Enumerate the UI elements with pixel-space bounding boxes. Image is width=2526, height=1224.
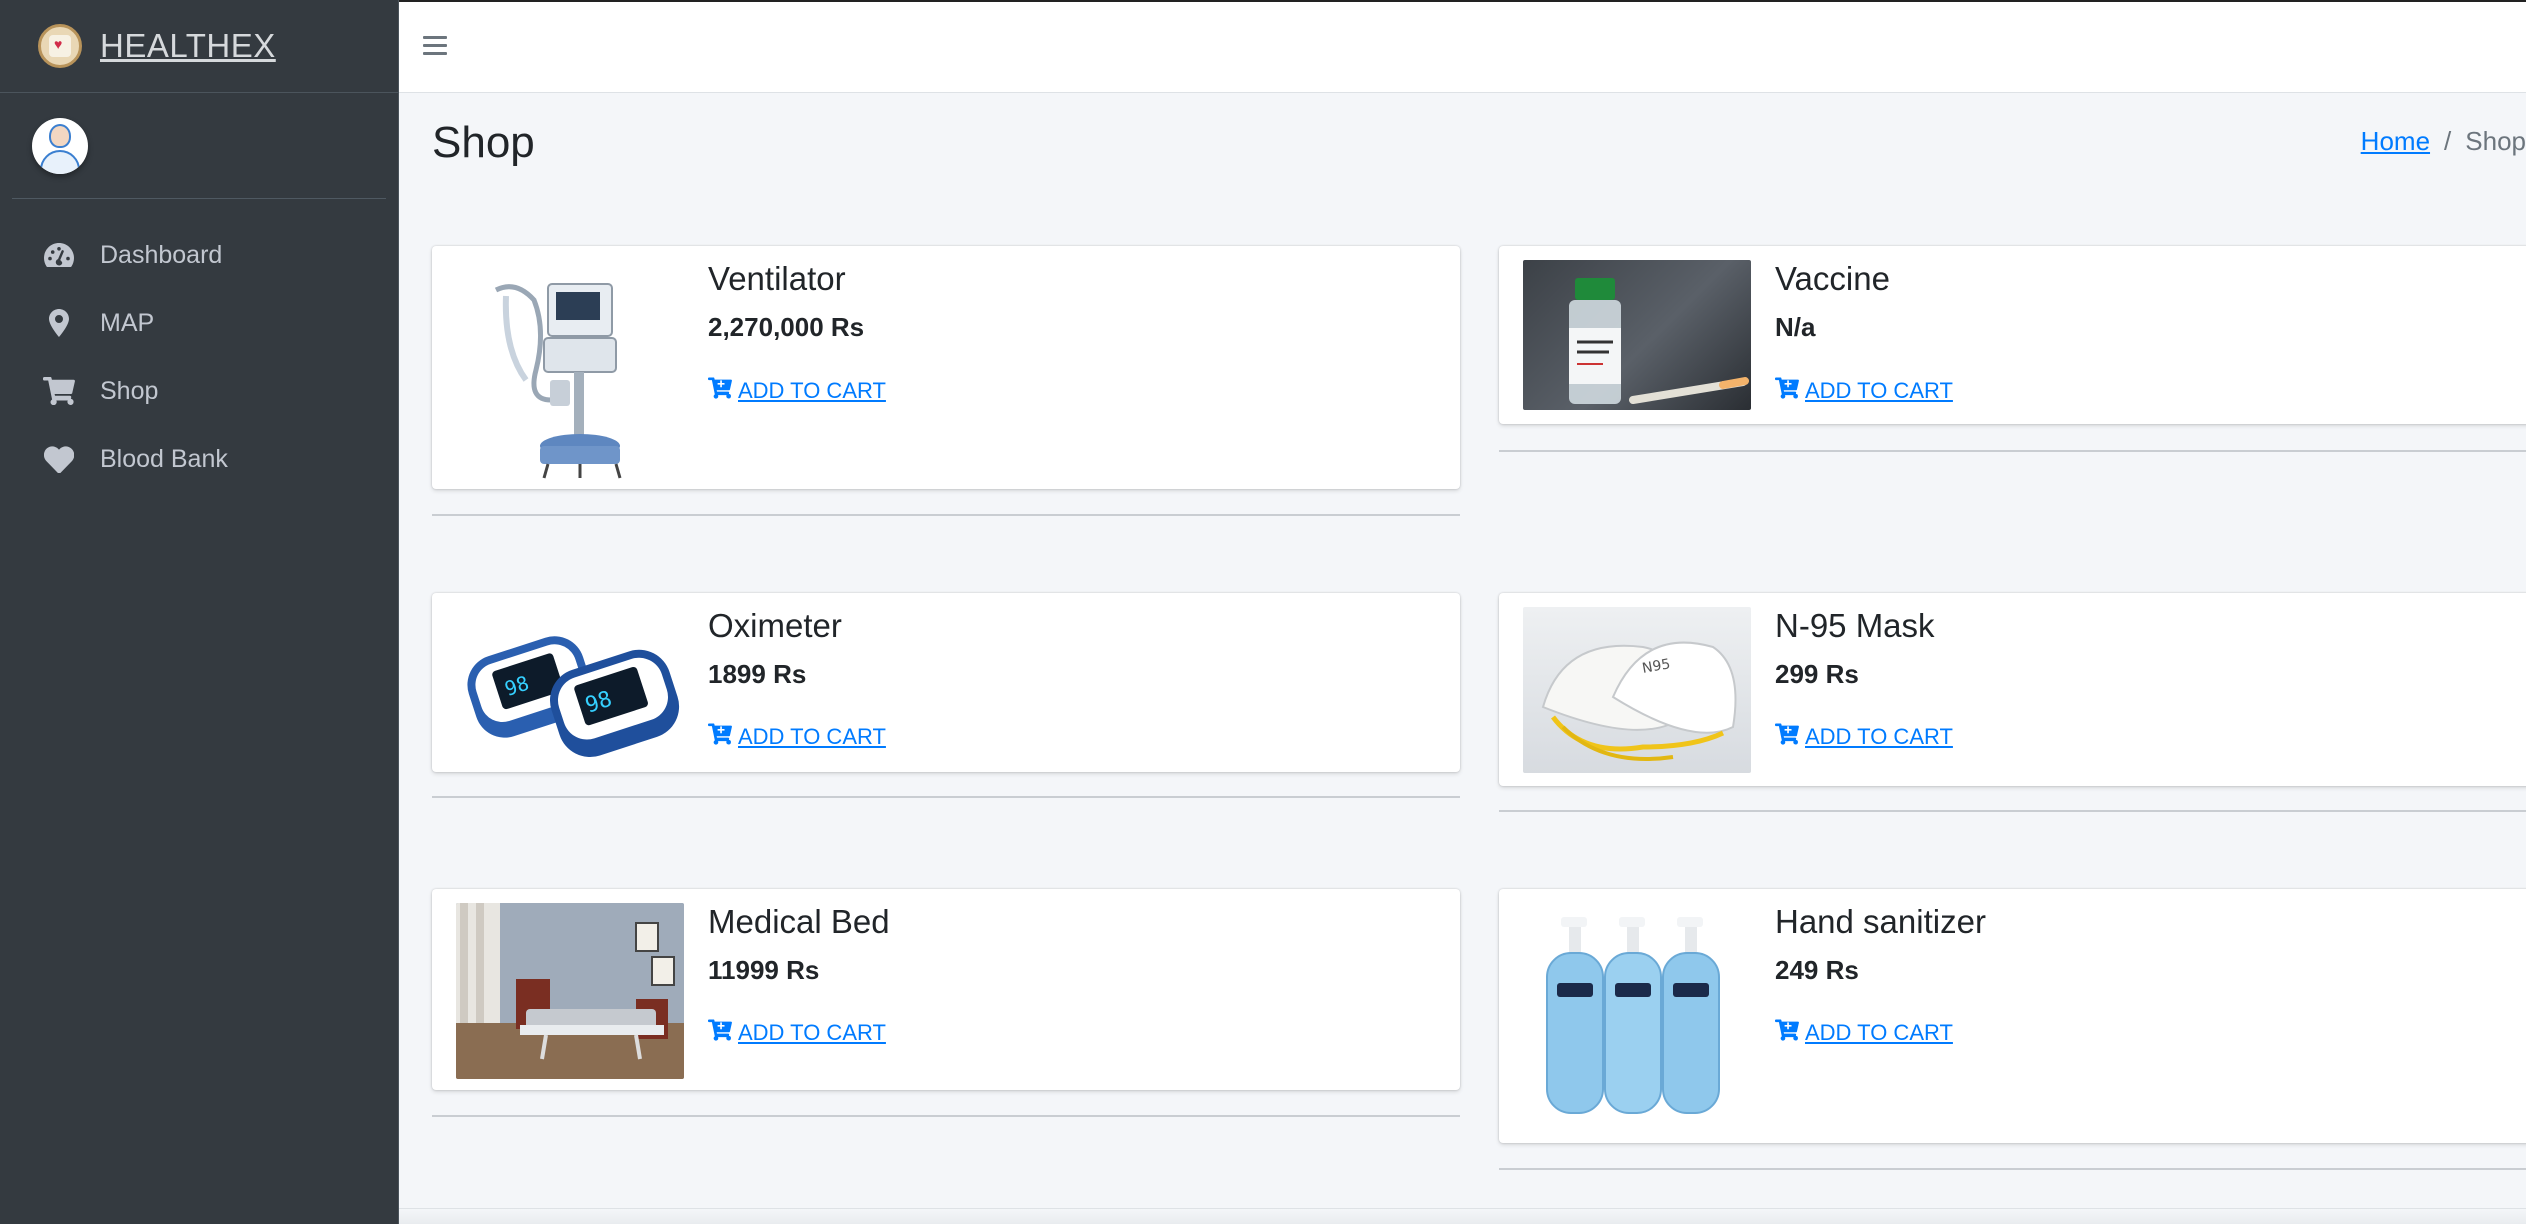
- sidebar-nav: Dashboard MAP Shop Blood Bank: [0, 199, 398, 493]
- product-card-hand-sanitizer: Hand sanitizer 249 Rs ADD TO CART: [1499, 889, 2526, 1143]
- product-divider: [1499, 1168, 2526, 1170]
- product-price: 249 Rs: [1775, 955, 1859, 985]
- map-marker-icon: [42, 306, 76, 340]
- breadcrumb-separator: /: [2444, 126, 2452, 156]
- product-price: 2,270,000 Rs: [708, 312, 865, 342]
- product-card-oximeter: 98 98 Oximeter 1899 Rs ADD TO CART: [432, 593, 1460, 772]
- sidebar-item-map[interactable]: MAP: [0, 289, 398, 357]
- product-name: Ventilator: [708, 260, 846, 297]
- sidebar-item-label: Dashboard: [100, 240, 223, 269]
- cart-plus-icon: [708, 377, 738, 405]
- cart-plus-icon: [708, 723, 738, 751]
- add-to-cart-label: ADD TO CART: [1805, 1020, 1953, 1045]
- add-to-cart-link[interactable]: ADD TO CART: [1775, 1019, 1953, 1047]
- add-to-cart-link[interactable]: ADD TO CART: [1775, 377, 1953, 405]
- add-to-cart-label: ADD TO CART: [738, 724, 886, 749]
- user-avatar[interactable]: [32, 117, 88, 174]
- cart-plus-icon: [1775, 1019, 1805, 1047]
- product-name: Medical Bed: [708, 903, 890, 940]
- breadcrumb-current: Shop: [2465, 126, 2526, 156]
- product-divider: [432, 514, 1460, 516]
- sidebar-item-label: Shop: [100, 376, 159, 405]
- main-sidebar: HEALTHEX Dashboard MAP Shop: [0, 0, 399, 1224]
- product-divider: [432, 796, 1460, 798]
- add-to-cart-link[interactable]: ADD TO CART: [1775, 723, 1953, 751]
- shopping-cart-icon: [42, 374, 76, 408]
- product-name: Oximeter: [708, 607, 842, 644]
- page-title: Shop: [432, 118, 535, 167]
- tachometer-icon: [42, 238, 76, 272]
- brand-link[interactable]: HEALTHEX: [0, 0, 398, 93]
- product-card-medical-bed: Medical Bed 11999 Rs ADD TO CART: [432, 889, 1460, 1090]
- add-to-cart-label: ADD TO CART: [1805, 724, 1953, 749]
- cart-plus-icon: [1775, 723, 1805, 751]
- ventilator-image: [456, 260, 684, 482]
- product-divider: [1499, 810, 2526, 812]
- cart-plus-icon: [1775, 377, 1805, 405]
- cart-plus-icon: [708, 1019, 738, 1047]
- sidebar-item-shop[interactable]: Shop: [0, 357, 398, 425]
- sidebar-item-blood-bank[interactable]: Blood Bank: [0, 425, 398, 493]
- sidebar-item-label: MAP: [100, 308, 155, 337]
- add-to-cart-link[interactable]: ADD TO CART: [708, 1019, 886, 1047]
- product-price: 11999 Rs: [708, 955, 820, 985]
- breadcrumb-home-link[interactable]: Home: [2361, 126, 2430, 156]
- product-price: N/a: [1775, 312, 1816, 342]
- oximeter-image: 98 98: [456, 607, 684, 763]
- heart-icon: [42, 442, 76, 476]
- product-card-vaccine: Vaccine N/a ADD TO CART: [1499, 246, 2526, 424]
- add-to-cart-link[interactable]: ADD TO CART: [708, 377, 886, 405]
- hand-sanitizer-image: [1523, 903, 1751, 1129]
- brand-logo-icon: [38, 24, 82, 68]
- product-card-ventilator: Ventilator 2,270,000 Rs ADD TO CART: [432, 246, 1460, 489]
- product-name: Hand sanitizer: [1775, 903, 1986, 940]
- product-divider: [1499, 450, 2526, 452]
- sidebar-item-label: Blood Bank: [100, 444, 228, 473]
- product-price: 299 Rs: [1775, 659, 1859, 689]
- product-price: 1899 Rs: [708, 659, 807, 689]
- hamburger-menu-icon[interactable]: [423, 36, 447, 58]
- product-name: Vaccine: [1775, 260, 1890, 297]
- breadcrumb: Home / Shop: [2361, 126, 2526, 157]
- add-to-cart-label: ADD TO CART: [1805, 378, 1953, 403]
- top-navbar: [399, 0, 2526, 93]
- add-to-cart-link[interactable]: ADD TO CART: [708, 723, 886, 751]
- sidebar-item-dashboard[interactable]: Dashboard: [0, 221, 398, 289]
- add-to-cart-label: ADD TO CART: [738, 1020, 886, 1045]
- n95-mask-image: N95: [1523, 607, 1751, 773]
- vaccine-image: [1523, 260, 1751, 410]
- brand-name[interactable]: HEALTHEX: [100, 27, 276, 65]
- add-to-cart-label: ADD TO CART: [738, 378, 886, 403]
- medical-bed-image: [456, 903, 684, 1079]
- product-card-n95-mask: N95 N-95 Mask 299 Rs ADD TO CART: [1499, 593, 2526, 786]
- product-name: N-95 Mask: [1775, 607, 1935, 644]
- product-divider: [432, 1115, 1460, 1117]
- user-panel: [12, 93, 386, 199]
- footer-edge: [399, 1208, 2526, 1224]
